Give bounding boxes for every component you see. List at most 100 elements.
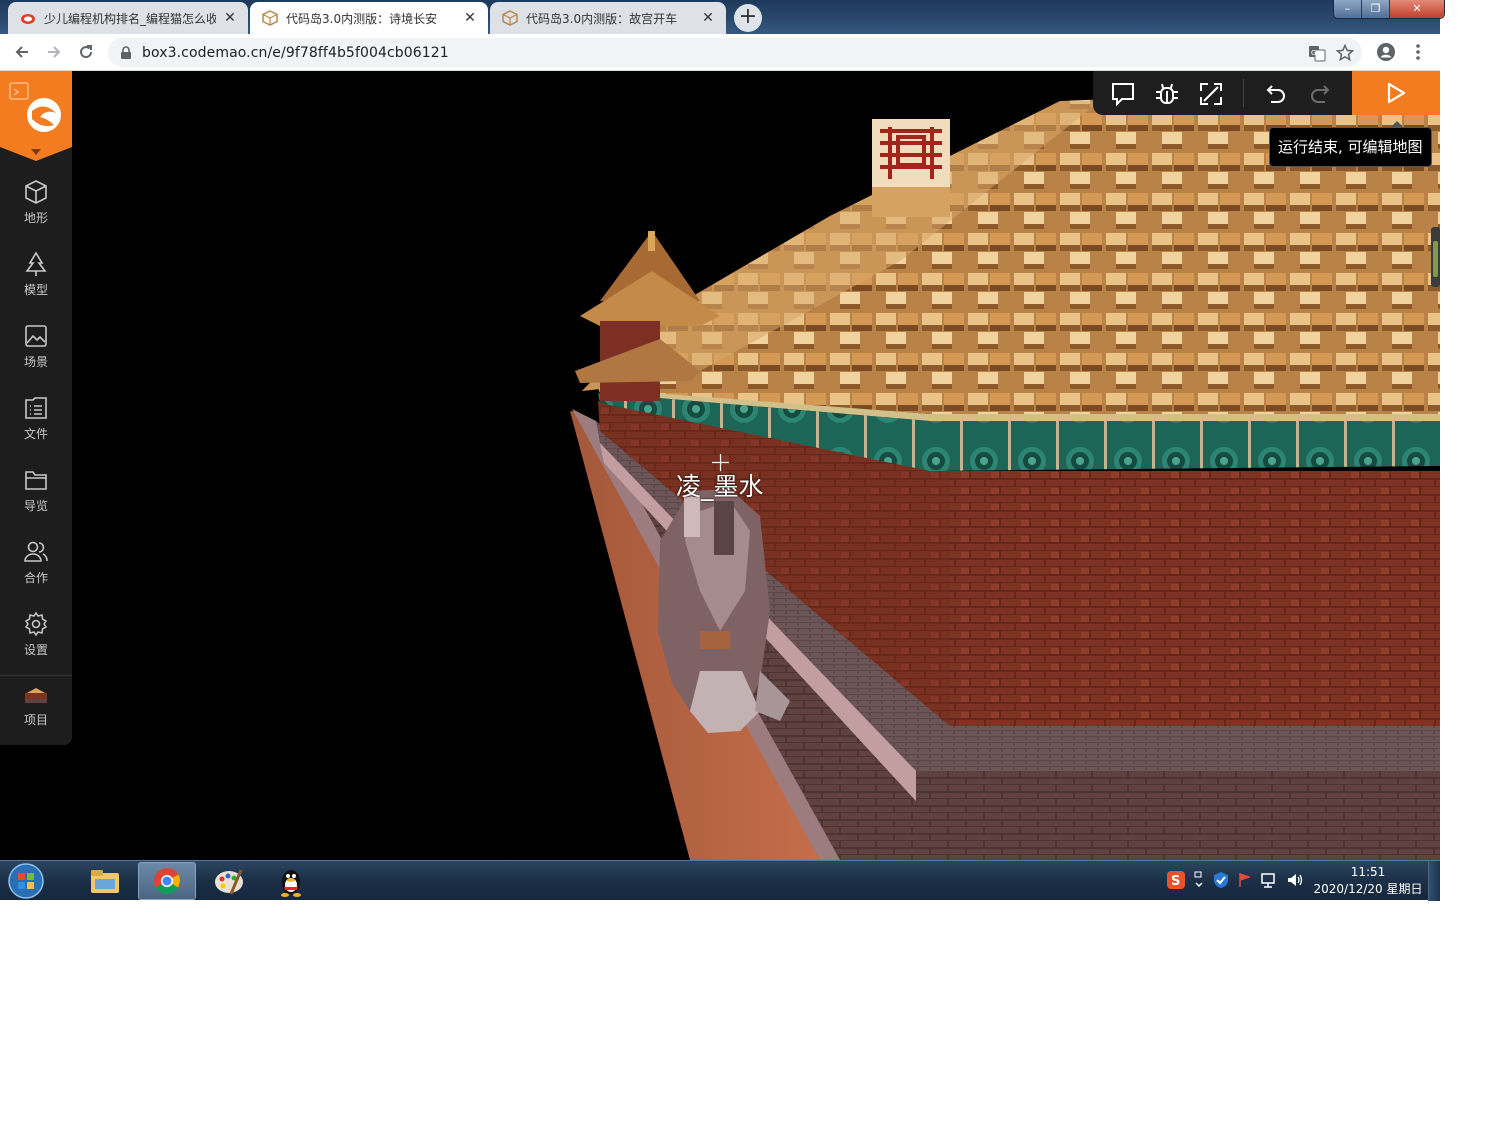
lock-icon <box>121 45 131 59</box>
tree-icon <box>25 251 47 276</box>
back-button[interactable] <box>8 38 36 66</box>
close-icon[interactable]: ✕ <box>700 10 716 26</box>
run-button[interactable] <box>1352 71 1440 115</box>
show-desktop-button[interactable] <box>1428 861 1440 901</box>
run-tooltip: 运行结束, 可编辑地图 <box>1269 121 1432 167</box>
sidebar-item-terrain[interactable]: 地形 <box>0 179 72 243</box>
cube-icon <box>25 180 47 204</box>
security-shield-icon[interactable] <box>1213 871 1229 889</box>
arrow-right-icon <box>48 46 61 58</box>
taskbar-explorer[interactable] <box>76 862 134 900</box>
undo-button[interactable] <box>1262 80 1290 108</box>
menu-button[interactable] <box>1404 38 1432 66</box>
codemao-favicon-icon <box>21 14 35 24</box>
debug-button[interactable] <box>1153 80 1181 108</box>
sidebar-item-model[interactable]: 模型 <box>0 251 72 315</box>
window-controls: – ❐ ✕ <box>1333 0 1445 19</box>
editor-app: 凌_墨水 地形 模型 场景 文件 导览 合作 设置 项目 运行结束, 可编辑地图 <box>0 71 1440 860</box>
account-icon <box>1377 43 1395 61</box>
url-text: box3.codemao.cn/e/9f78ff4b5f004cb06121 <box>142 44 449 61</box>
sidebar-item-label: 地形 <box>23 211 48 225</box>
undo-icon <box>1266 85 1285 103</box>
box-favicon-icon <box>502 10 518 26</box>
more-vert-icon <box>1416 44 1420 60</box>
minimize-button[interactable]: – <box>1334 0 1362 18</box>
redo-icon <box>1311 85 1330 103</box>
comment-icon <box>1112 83 1134 107</box>
volume-icon[interactable] <box>1286 871 1304 889</box>
redo-button[interactable] <box>1306 80 1334 108</box>
comment-button[interactable] <box>1109 80 1137 108</box>
translate-icon[interactable]: G <box>1308 44 1326 62</box>
close-window-button[interactable]: ✕ <box>1390 0 1444 18</box>
tab-title: 代码岛3.0内测版：故宫开车 <box>526 11 678 26</box>
users-icon <box>24 541 48 562</box>
new-tab-button[interactable]: + <box>734 4 762 32</box>
tab-1[interactable]: 少儿编程机构排名_编程猫怎么收 ✕ <box>8 2 248 34</box>
sidebar-item-label: 模型 <box>23 283 48 297</box>
windows-taskbar: S 11:51 2020/12/20 星期日 <box>0 860 1440 901</box>
tab-title: 代码岛3.0内测版：诗境长安 <box>286 11 438 26</box>
maximize-button[interactable]: ❐ <box>1362 0 1390 18</box>
paint-icon <box>215 869 243 895</box>
sogou-ime-icon[interactable]: S <box>1167 871 1185 889</box>
explorer-icon <box>91 870 119 893</box>
close-icon[interactable]: ✕ <box>222 10 238 26</box>
clock-time: 11:51 <box>1350 865 1386 879</box>
sidebar-item-label: 文件 <box>23 427 48 441</box>
flag-icon[interactable] <box>1238 871 1250 889</box>
box-favicon-icon <box>262 10 278 26</box>
folder-icon <box>25 471 47 490</box>
svg-text:S: S <box>1171 874 1180 889</box>
codemao-logo[interactable] <box>0 71 72 147</box>
sidebar-item-settings[interactable]: 设置 <box>0 611 72 675</box>
sidebar-item-label: 导览 <box>23 499 48 513</box>
file-list-icon <box>25 397 47 419</box>
tab-2[interactable]: 代码岛3.0内测版：诗境长安 ✕ <box>250 2 488 34</box>
chrome-icon <box>154 868 181 895</box>
sidebar-item-files[interactable]: 文件 <box>0 395 72 459</box>
forward-button[interactable] <box>40 38 68 66</box>
tab-3[interactable]: 代码岛3.0内测版：故宫开车 ✕ <box>490 2 726 34</box>
clock-date: 2020/12/20 星期日 <box>1313 882 1423 896</box>
sidebar-item-collab[interactable]: 合作 <box>0 539 72 603</box>
editor-toolbar <box>1093 71 1352 115</box>
reload-button[interactable] <box>72 38 100 66</box>
reload-icon <box>80 45 93 59</box>
svg-text:G: G <box>1311 49 1316 57</box>
sidebar-divider <box>0 675 72 676</box>
start-button[interactable] <box>6 863 46 899</box>
sidebar-item-label: 合作 <box>23 571 48 585</box>
codemao-logo-icon <box>9 82 61 132</box>
sidebar-item-guide[interactable]: 导览 <box>0 467 72 531</box>
address-bar[interactable]: box3.codemao.cn/e/9f78ff4b5f004cb06121 G <box>108 38 1362 67</box>
fullscreen-button[interactable] <box>1197 80 1225 108</box>
project-thumbnail-icon <box>25 688 47 703</box>
gear-icon <box>24 611 48 637</box>
sidebar-item-label: 设置 <box>23 643 48 657</box>
network-icon[interactable] <box>1259 871 1277 889</box>
tray-expand-icon[interactable] <box>1194 871 1204 889</box>
bookmark-star-icon[interactable] <box>1336 43 1354 62</box>
tab-title: 少儿编程机构排名_编程猫怎么收 <box>44 11 216 26</box>
taskbar-clock[interactable]: 11:51 2020/12/20 星期日 <box>1310 864 1426 898</box>
sidebar-item-label: 场景 <box>23 355 48 369</box>
fullscreen-icon <box>1200 83 1222 105</box>
toolbar-divider <box>1243 79 1244 107</box>
sidebar-item-project[interactable]: 项目 <box>0 685 72 749</box>
player-name-tag: 凌_墨水 <box>676 472 764 501</box>
taskbar-qq[interactable] <box>262 862 320 900</box>
taskbar-chrome[interactable] <box>138 862 196 900</box>
sidebar-item-scene[interactable]: 场景 <box>0 323 72 387</box>
sidebar-item-label: 项目 <box>23 713 48 727</box>
taskbar-paint[interactable] <box>200 862 258 900</box>
profile-button[interactable] <box>1372 38 1400 66</box>
play-icon <box>1387 82 1406 104</box>
close-icon[interactable]: ✕ <box>462 10 478 26</box>
browser-titlebar: 少儿编程机构排名_编程猫怎么收 ✕ 代码岛3.0内测版：诗境长安 ✕ 代码岛3.… <box>0 0 1445 34</box>
chevron-down-icon[interactable] <box>31 149 41 155</box>
bug-icon <box>1156 83 1178 104</box>
editor-sidebar: 地形 模型 场景 文件 导览 合作 设置 项目 <box>0 71 72 745</box>
windows-start-icon <box>8 863 44 899</box>
system-tray: S <box>1167 871 1304 889</box>
